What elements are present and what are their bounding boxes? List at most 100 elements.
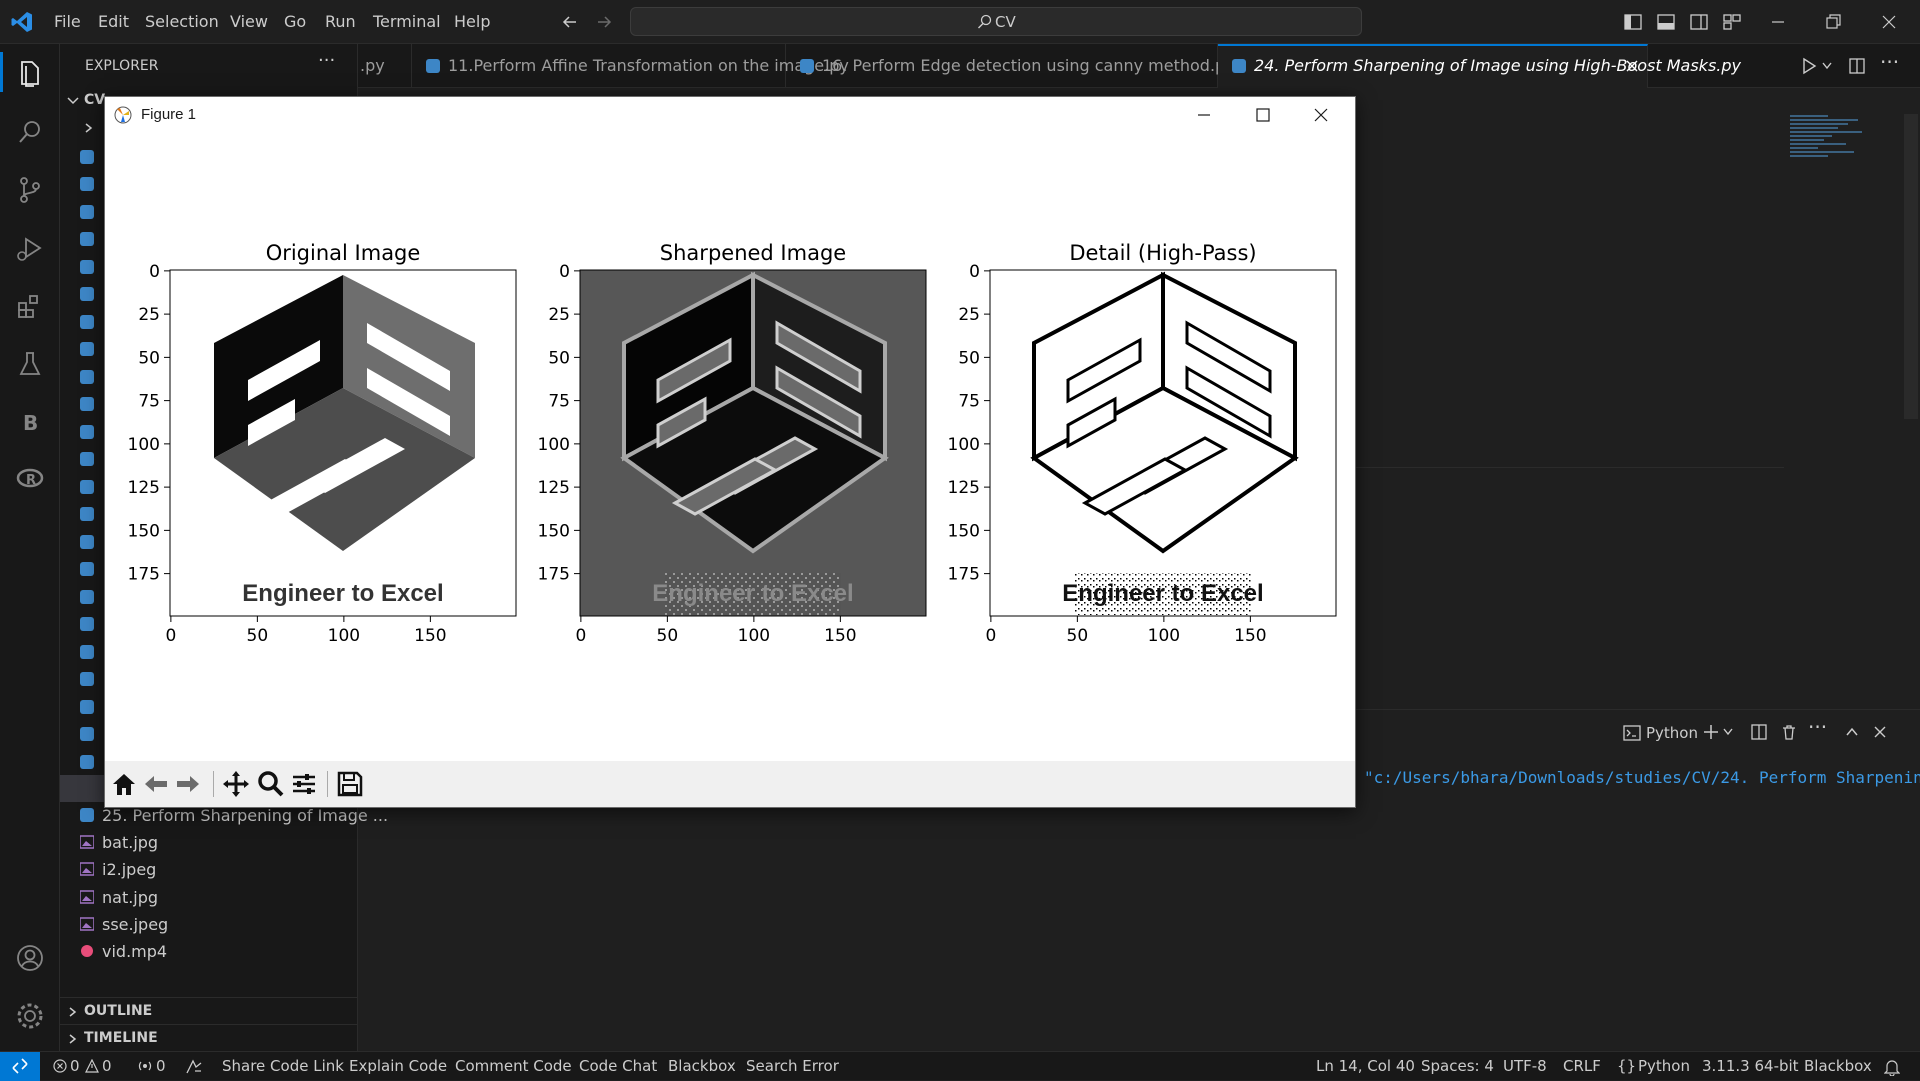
- y-tick-label: 50: [548, 348, 570, 368]
- tab-py[interactable]: .py: [358, 44, 412, 88]
- toggle-primary-sidebar-icon[interactable]: [1623, 12, 1643, 32]
- y-tick-label: 150: [538, 521, 570, 541]
- matplotlib-figure-window[interactable]: Figure 1 Original Image Engineer to Exce…: [104, 96, 1356, 808]
- indentation[interactable]: Spaces: 4: [1421, 1057, 1494, 1075]
- menu-help[interactable]: Help: [454, 12, 490, 31]
- back-arrow-icon[interactable]: [141, 769, 171, 799]
- chevron-down-icon[interactable]: [1821, 61, 1833, 71]
- close-figure-icon[interactable]: [1312, 106, 1330, 124]
- language-mode[interactable]: Python: [1638, 1057, 1690, 1075]
- vscode-logo-icon[interactable]: [10, 10, 34, 34]
- image-file-icon: [80, 890, 94, 904]
- menu-terminal[interactable]: Terminal: [373, 12, 441, 31]
- maximize-figure-icon[interactable]: [1254, 106, 1272, 124]
- pan-move-icon[interactable]: [221, 769, 251, 799]
- end-of-line[interactable]: CRLF: [1563, 1057, 1601, 1075]
- file-item[interactable]: nat.jpg: [60, 884, 358, 911]
- explorer-icon[interactable]: [12, 56, 48, 92]
- folder-name[interactable]: CV: [84, 92, 105, 108]
- editor-more-actions-icon[interactable]: ···: [1880, 50, 1899, 74]
- tab-canny[interactable]: 16. Perform Edge detection using canny m…: [786, 44, 1235, 88]
- encoding[interactable]: UTF-8: [1503, 1057, 1547, 1075]
- menu-go[interactable]: Go: [284, 12, 306, 31]
- live-share-icon[interactable]: [185, 1059, 203, 1075]
- home-icon[interactable]: [109, 769, 139, 799]
- explain-code[interactable]: Explain Code: [349, 1057, 447, 1075]
- code-chat[interactable]: Code Chat: [579, 1057, 657, 1075]
- close-tab-icon[interactable]: [1624, 58, 1640, 74]
- figure-title-bar[interactable]: Figure 1: [105, 97, 1355, 133]
- chevron-right-icon[interactable]: [66, 1006, 78, 1018]
- split-terminal-icon[interactable]: [1750, 723, 1768, 741]
- new-terminal-plus-icon[interactable]: [1702, 723, 1720, 741]
- figure-canvas[interactable]: Original Image Engineer to Excel 0 25 50 75…: [105, 133, 1355, 761]
- search-error[interactable]: Search Error: [746, 1057, 839, 1075]
- menu-edit[interactable]: Edit: [98, 12, 129, 31]
- customize-layout-icon[interactable]: [1722, 12, 1742, 32]
- file-item[interactable]: i2.jpeg: [60, 856, 358, 883]
- forward-arrow-icon[interactable]: [594, 12, 614, 32]
- settings-gear-icon[interactable]: [12, 998, 48, 1034]
- file-item[interactable]: bat.jpg: [60, 829, 358, 856]
- terminal-shell-label[interactable]: Python: [1646, 724, 1698, 742]
- minimap[interactable]: [1788, 112, 1868, 162]
- menu-file[interactable]: File: [54, 12, 81, 31]
- python-interpreter[interactable]: 3.11.3 64-bit: [1702, 1057, 1799, 1075]
- chevron-right-icon[interactable]: [66, 1033, 78, 1045]
- kill-terminal-trash-icon[interactable]: [1780, 723, 1798, 741]
- close-panel-icon[interactable]: [1872, 724, 1888, 740]
- comment-code[interactable]: Comment Code: [455, 1057, 572, 1075]
- y-tick-label: 125: [948, 478, 980, 498]
- source-control-icon[interactable]: [12, 172, 48, 208]
- run-python-file-icon[interactable]: [1800, 57, 1818, 75]
- share-code-link[interactable]: Share Code Link: [222, 1057, 344, 1075]
- back-arrow-icon[interactable]: [560, 12, 580, 32]
- minimize-figure-icon[interactable]: [1195, 106, 1213, 124]
- ports-indicator[interactable]: 0: [135, 1052, 175, 1081]
- search-view-icon[interactable]: [12, 114, 48, 150]
- chevron-right-icon[interactable]: [82, 122, 94, 134]
- accounts-icon[interactable]: [12, 940, 48, 976]
- terminal-output-line[interactable]: "c:/Users/bhara/Downloads/studies/CV/24.…: [1364, 768, 1920, 787]
- remote-indicator[interactable]: [0, 1052, 40, 1081]
- close-window-icon[interactable]: [1879, 12, 1899, 32]
- editor-scrollbar[interactable]: [1904, 114, 1918, 419]
- menu-run[interactable]: Run: [325, 12, 356, 31]
- outline-section[interactable]: OUTLINE: [84, 1003, 152, 1019]
- problems-indicator[interactable]: 0 0: [50, 1052, 122, 1081]
- toggle-panel-icon[interactable]: [1656, 12, 1676, 32]
- file-item[interactable]: sse.jpeg: [60, 911, 358, 938]
- timeline-section[interactable]: TIMELINE: [84, 1030, 158, 1046]
- configure-subplots-icon[interactable]: [289, 769, 319, 799]
- blackbox-b-icon[interactable]: B: [12, 404, 48, 440]
- notifications-bell-icon[interactable]: [1884, 1058, 1900, 1076]
- minimize-window-icon[interactable]: [1768, 12, 1788, 32]
- blackbox-right[interactable]: Blackbox: [1804, 1057, 1872, 1075]
- explorer-more-actions-icon[interactable]: ···: [318, 50, 335, 71]
- forward-arrow-icon[interactable]: [173, 769, 203, 799]
- testing-flask-icon[interactable]: [12, 346, 48, 382]
- chevron-down-icon[interactable]: [1722, 727, 1734, 737]
- chevron-down-icon[interactable]: [66, 94, 80, 108]
- save-figure-icon[interactable]: [335, 769, 365, 799]
- command-center-search[interactable]: CV: [630, 7, 1362, 36]
- file-item[interactable]: vid.mp4: [60, 938, 358, 965]
- x-tick-label: 100: [328, 626, 360, 646]
- maximize-panel-chevron-up-icon[interactable]: [1844, 724, 1860, 740]
- restore-window-icon[interactable]: [1823, 12, 1843, 32]
- toggle-secondary-sidebar-icon[interactable]: [1689, 12, 1709, 32]
- split-editor-icon[interactable]: [1848, 57, 1866, 75]
- extensions-icon[interactable]: [12, 288, 48, 324]
- warning-icon: [85, 1059, 99, 1073]
- blackbox-status[interactable]: Blackbox: [668, 1057, 736, 1075]
- y-tick-label: 75: [958, 392, 980, 412]
- tab-high-boost[interactable]: 24. Perform Sharpening of Image using Hi…: [1218, 44, 1741, 88]
- cursor-position[interactable]: Ln 14, Col 40: [1316, 1057, 1415, 1075]
- panel-more-actions-icon[interactable]: ···: [1808, 715, 1827, 739]
- menu-view[interactable]: View: [230, 12, 268, 31]
- tab-affine[interactable]: 11.Perform Affine Transformation on the …: [412, 44, 849, 88]
- menu-selection[interactable]: Selection: [145, 12, 219, 31]
- run-debug-icon[interactable]: [12, 230, 48, 266]
- zoom-magnifier-icon[interactable]: [255, 769, 285, 799]
- remote-explorer-icon[interactable]: R: [12, 462, 48, 498]
